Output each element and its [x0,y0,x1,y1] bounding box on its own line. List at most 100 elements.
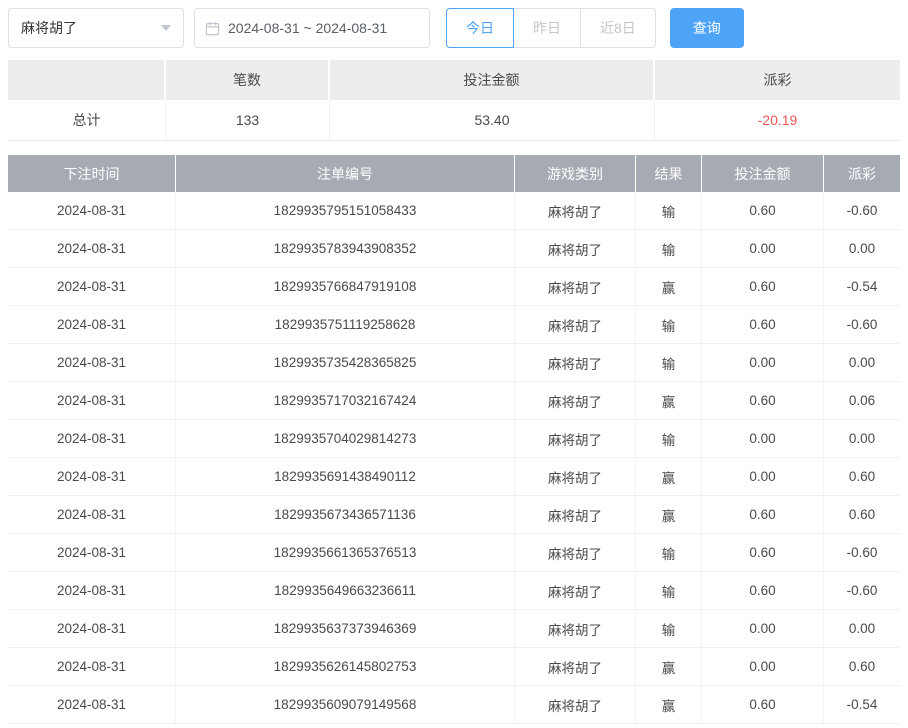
summary-header-row: 笔数 投注金额 派彩 [8,60,900,100]
game-select[interactable]: 麻将胡了 [8,8,184,48]
bet-id-cell: 1829935691438490112 [176,458,515,495]
result-cell: 输 [636,420,702,457]
table-row: 2024-08-311829935795151058433麻将胡了输0.60-0… [8,192,900,230]
today-button[interactable]: 今日 [446,8,514,48]
result-cell: 赢 [636,648,702,685]
bet-id-cell: 1829935795151058433 [176,192,515,229]
game-type-cell: 麻将胡了 [515,686,636,723]
calendar-icon [205,21,220,36]
bet-time-cell: 2024-08-31 [8,496,176,533]
payout-cell: -0.60 [824,572,900,609]
result-cell: 输 [636,230,702,267]
yesterday-button[interactable]: 昨日 [513,8,581,48]
payout-cell: 0.06 [824,382,900,419]
table-row: 2024-08-311829935751119258628麻将胡了输0.60-0… [8,306,900,344]
summary-header-count: 笔数 [166,60,330,100]
table-row: 2024-08-311829935609079149568麻将胡了赢0.60-0… [8,686,900,724]
result-cell: 输 [636,344,702,381]
bet-time-cell: 2024-08-31 [8,458,176,495]
payout-cell: -0.60 [824,192,900,229]
payout-cell: 0.00 [824,230,900,267]
bet-amount-cell: 0.60 [702,268,824,305]
payout-cell: -0.54 [824,268,900,305]
result-cell: 赢 [636,382,702,419]
table-row: 2024-08-311829935735428365825麻将胡了输0.000.… [8,344,900,382]
bet-id-cell: 1829935704029814273 [176,420,515,457]
bet-time-cell: 2024-08-31 [8,344,176,381]
bet-amount-cell: 0.60 [702,686,824,723]
bet-time-cell: 2024-08-31 [8,192,176,229]
table-row: 2024-08-311829935649663236611麻将胡了输0.60-0… [8,572,900,610]
payout-cell: -0.54 [824,686,900,723]
payout-cell: 0.60 [824,458,900,495]
bet-id-cell: 1829935609079149568 [176,686,515,723]
summary-total-row: 总计 133 53.40 -20.19 [8,100,900,141]
game-type-cell: 麻将胡了 [515,268,636,305]
table-row: 2024-08-311829935766847919108麻将胡了赢0.60-0… [8,268,900,306]
result-cell: 输 [636,534,702,571]
payout-cell: -0.60 [824,306,900,343]
table-row: 2024-08-311829935661365376513麻将胡了输0.60-0… [8,534,900,572]
bet-time-cell: 2024-08-31 [8,648,176,685]
bet-amount-cell: 0.60 [702,192,824,229]
summary-header-empty [8,60,166,100]
game-type-cell: 麻将胡了 [515,306,636,343]
bet-table-body: 2024-08-311829935795151058433麻将胡了输0.60-0… [8,192,900,724]
result-cell: 赢 [636,496,702,533]
bet-time-cell: 2024-08-31 [8,572,176,609]
game-type-cell: 麻将胡了 [515,420,636,457]
bet-amount-cell: 0.60 [702,382,824,419]
result-cell: 输 [636,306,702,343]
summary-payout-value: -20.19 [655,100,900,140]
summary-header-bet-amount: 投注金额 [330,60,655,100]
table-row: 2024-08-311829935783943908352麻将胡了输0.000.… [8,230,900,268]
game-type-cell: 麻将胡了 [515,344,636,381]
date-range-value: 2024-08-31 ~ 2024-08-31 [228,20,387,36]
table-row: 2024-08-311829935626145802753麻将胡了赢0.000.… [8,648,900,686]
bet-time-cell: 2024-08-31 [8,686,176,723]
bet-amount-cell: 0.60 [702,306,824,343]
bet-amount-cell: 0.00 [702,344,824,381]
game-type-cell: 麻将胡了 [515,534,636,571]
bet-id-cell: 1829935766847919108 [176,268,515,305]
payout-cell: 0.00 [824,610,900,647]
header-bet-amount: 投注金额 [702,155,824,192]
summary-bet-amount-value: 53.40 [330,100,655,140]
bet-time-cell: 2024-08-31 [8,230,176,267]
date-range-input[interactable]: 2024-08-31 ~ 2024-08-31 [194,8,430,48]
header-game-type: 游戏类别 [515,155,636,192]
search-button[interactable]: 查询 [670,8,744,48]
bet-time-cell: 2024-08-31 [8,610,176,647]
result-cell: 赢 [636,458,702,495]
bet-id-cell: 1829935717032167424 [176,382,515,419]
game-type-cell: 麻将胡了 [515,230,636,267]
game-type-cell: 麻将胡了 [515,610,636,647]
result-cell: 输 [636,610,702,647]
game-type-cell: 麻将胡了 [515,496,636,533]
game-type-cell: 麻将胡了 [515,382,636,419]
bet-id-cell: 1829935673436571136 [176,496,515,533]
summary-table: 笔数 投注金额 派彩 总计 133 53.40 -20.19 [8,60,900,141]
payout-cell: 0.60 [824,648,900,685]
payout-cell: 0.60 [824,496,900,533]
summary-count-value: 133 [166,100,330,140]
bet-amount-cell: 0.00 [702,420,824,457]
table-row: 2024-08-311829935691438490112麻将胡了赢0.000.… [8,458,900,496]
header-bet-id: 注单编号 [176,155,515,192]
last-8-days-button[interactable]: 近8日 [580,8,656,48]
bet-id-cell: 1829935783943908352 [176,230,515,267]
bet-amount-cell: 0.60 [702,534,824,571]
header-bet-time: 下注时间 [8,155,176,192]
game-select-value: 麻将胡了 [21,18,77,38]
bet-amount-cell: 0.00 [702,610,824,647]
result-cell: 输 [636,572,702,609]
bet-amount-cell: 0.60 [702,572,824,609]
bet-id-cell: 1829935649663236611 [176,572,515,609]
game-type-cell: 麻将胡了 [515,458,636,495]
bet-time-cell: 2024-08-31 [8,306,176,343]
payout-cell: -0.60 [824,534,900,571]
game-type-cell: 麻将胡了 [515,572,636,609]
bet-amount-cell: 0.00 [702,648,824,685]
table-row: 2024-08-311829935704029814273麻将胡了输0.000.… [8,420,900,458]
header-payout: 派彩 [824,155,900,192]
